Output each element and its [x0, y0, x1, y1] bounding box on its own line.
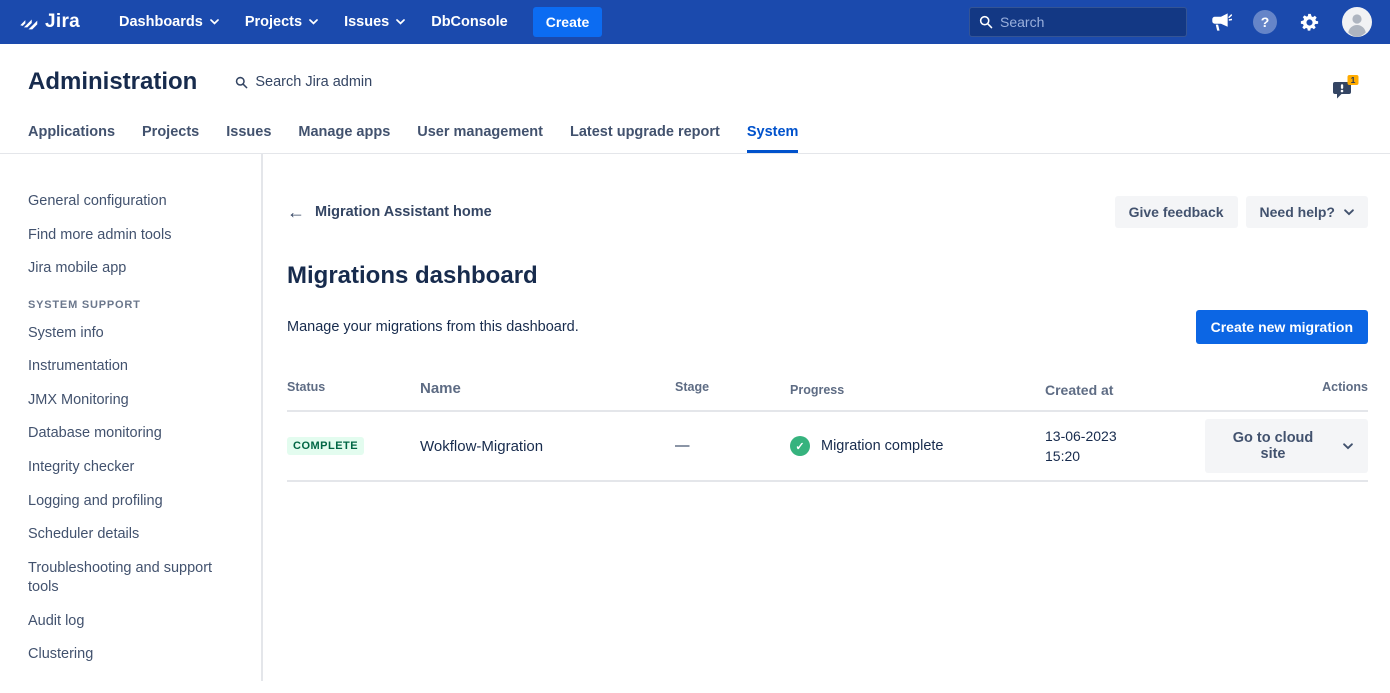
back-arrow-icon: ←: [287, 203, 305, 221]
back-link-migration-assistant-home[interactable]: ← Migration Assistant home: [287, 203, 492, 221]
migration-name: Wokflow-Migration: [420, 438, 675, 455]
migrations-dashboard-panel: ← Migration Assistant home Give feedback…: [263, 154, 1390, 681]
chevron-down-icon: [396, 19, 405, 25]
help-icon[interactable]: ?: [1253, 10, 1277, 34]
sidebar-item-jmx-monitoring[interactable]: JMX Monitoring: [28, 391, 243, 411]
admin-search-label: Search Jira admin: [255, 74, 372, 90]
give-feedback-button[interactable]: Give feedback: [1115, 196, 1238, 228]
tab-latest-upgrade-report[interactable]: Latest upgrade report: [570, 124, 720, 153]
search-icon: [979, 15, 993, 29]
migration-stage: —: [675, 438, 790, 454]
admin-tab-bar: Applications Projects Issues Manage apps…: [0, 120, 1390, 154]
settings-gear-icon[interactable]: [1298, 11, 1321, 34]
sidebar-section-system-support: SYSTEM SUPPORT: [28, 299, 243, 311]
status-badge-complete: COMPLETE: [287, 437, 364, 455]
need-help-button[interactable]: Need help?: [1246, 196, 1368, 228]
page-title-administration: Administration: [28, 68, 197, 96]
nav-item-projects[interactable]: Projects: [232, 0, 331, 44]
sidebar-item-audit-log[interactable]: Audit log: [28, 612, 243, 632]
nav-item-issues[interactable]: Issues: [331, 0, 418, 44]
user-avatar[interactable]: [1342, 7, 1372, 37]
column-header-actions: Actions: [1205, 380, 1368, 400]
migrations-table: Status Name Stage Progress Created at Ac…: [287, 380, 1368, 482]
column-header-progress: Progress: [790, 380, 1045, 400]
page-subtitle: Manage your migrations from this dashboa…: [287, 319, 579, 335]
tab-user-management[interactable]: User management: [417, 124, 543, 153]
top-navbar: Jira Dashboards Projects Issues DbConsol…: [0, 0, 1390, 44]
sidebar-item-integrity-checker[interactable]: Integrity checker: [28, 458, 243, 478]
search-icon: [235, 76, 248, 89]
created-date: 13-06-2023: [1045, 426, 1205, 446]
created-time: 15:20: [1045, 446, 1205, 466]
chevron-down-icon: [1343, 443, 1353, 450]
migration-progress-text: Migration complete: [821, 438, 944, 454]
create-new-migration-button[interactable]: Create new migration: [1196, 310, 1368, 344]
sidebar-item-system-info[interactable]: System info: [28, 324, 243, 344]
nav-item-dashboards[interactable]: Dashboards: [106, 0, 232, 44]
sidebar-item-general-configuration[interactable]: General configuration: [28, 192, 243, 212]
admin-header: Administration Search Jira admin 1: [0, 44, 1390, 120]
migration-table-row: COMPLETE Wokflow-Migration — ✓ Migration…: [287, 412, 1368, 482]
sidebar-item-jira-mobile-app[interactable]: Jira mobile app: [28, 259, 243, 279]
tab-system[interactable]: System: [747, 124, 799, 153]
global-search-input[interactable]: [1000, 14, 1177, 30]
migrations-table-header: Status Name Stage Progress Created at Ac…: [287, 380, 1368, 412]
jira-logo-text: Jira: [45, 11, 80, 33]
tab-applications[interactable]: Applications: [28, 124, 115, 153]
migration-created-at: 13-06-2023 15:20: [1045, 426, 1205, 467]
sidebar-item-scheduler-details[interactable]: Scheduler details: [28, 525, 243, 545]
column-header-name: Name: [420, 380, 675, 400]
sidebar-item-clustering[interactable]: Clustering: [28, 645, 243, 665]
chevron-down-icon: [309, 19, 318, 25]
sidebar-item-find-more-admin-tools[interactable]: Find more admin tools: [28, 226, 243, 246]
jira-logo-icon: [18, 11, 40, 33]
go-to-cloud-site-button[interactable]: Go to cloud site: [1205, 419, 1368, 473]
global-search-box[interactable]: [969, 7, 1187, 37]
create-button[interactable]: Create: [533, 7, 603, 37]
tab-manage-apps[interactable]: Manage apps: [298, 124, 390, 153]
notification-badge: 1: [1351, 75, 1356, 85]
jira-logo[interactable]: Jira: [18, 11, 80, 33]
success-check-icon: ✓: [790, 436, 810, 456]
page-title-migrations-dashboard: Migrations dashboard: [287, 262, 1368, 290]
chevron-down-icon: [210, 19, 219, 25]
sidebar-item-database-monitoring[interactable]: Database monitoring: [28, 424, 243, 444]
chevron-down-icon: [1344, 209, 1354, 216]
admin-search[interactable]: Search Jira admin: [235, 74, 372, 90]
admin-sidebar: General configuration Find more admin to…: [0, 154, 263, 681]
column-header-stage: Stage: [675, 380, 790, 400]
sidebar-item-troubleshooting-and-support-tools[interactable]: Troubleshooting and support tools: [28, 559, 243, 598]
announcement-icon[interactable]: [1209, 12, 1232, 33]
back-link-label: Migration Assistant home: [315, 204, 492, 220]
nav-item-dbconsole[interactable]: DbConsole: [418, 0, 521, 44]
tab-issues[interactable]: Issues: [226, 124, 271, 153]
sidebar-item-logging-and-profiling[interactable]: Logging and profiling: [28, 492, 243, 512]
column-header-status: Status: [287, 380, 420, 400]
column-header-created-at: Created at: [1045, 380, 1205, 400]
sidebar-item-instrumentation[interactable]: Instrumentation: [28, 357, 243, 377]
tab-projects[interactable]: Projects: [142, 124, 199, 153]
feedback-notification-icon[interactable]: 1: [1330, 74, 1360, 106]
